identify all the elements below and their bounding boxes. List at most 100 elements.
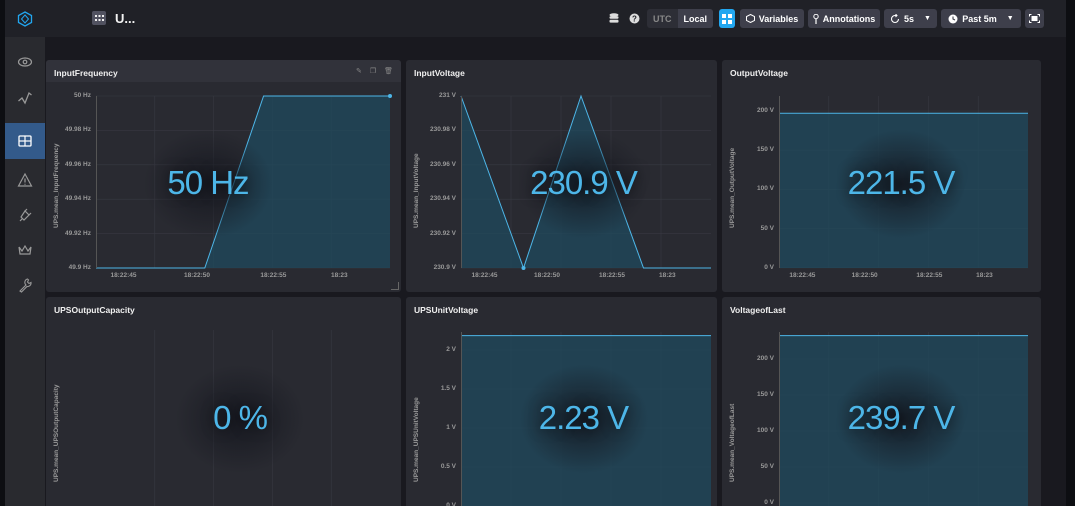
y-tick-label: 0 V: [446, 502, 456, 506]
y-tick-label: 100 V: [757, 185, 774, 193]
clock-icon: [948, 14, 958, 23]
database-icon[interactable]: [606, 9, 622, 28]
cube-icon: [745, 14, 755, 23]
x-tick-label: 18:22:45: [110, 272, 137, 279]
panel-outputvoltage[interactable]: OutputVoltage 200 V 150 V 100 V 50 V 0 V 18:22…: [722, 60, 1041, 292]
panel-upsoutputcapacity[interactable]: UPSOutputCapacity UPS.mean_UPSOutputCapac…: [46, 297, 401, 506]
y-axis-label: UPS.mean_OutputVoltage: [729, 147, 736, 228]
single-stat-value: 221.5 V: [847, 164, 956, 201]
y-axis-line: [461, 332, 462, 506]
x-tick-label: 18:22:50: [183, 272, 210, 279]
x-tick-label: 18:22:55: [260, 272, 287, 279]
trash-icon[interactable]: 🗑: [384, 67, 393, 75]
single-stat-value: 50 Hz: [167, 164, 249, 201]
x-tick-label: 18:22:50: [851, 272, 878, 279]
x-tick-label: 18:22:45: [471, 272, 498, 279]
y-axis-line: [461, 96, 462, 268]
crown-icon: [18, 244, 32, 255]
sidebar-item-dashboards[interactable]: [5, 123, 45, 159]
x-tick-label: 18:22:45: [789, 272, 816, 279]
single-stat-value: 2.23 V: [538, 399, 629, 436]
auto-refresh-dropdown[interactable]: 5s ▼: [884, 9, 937, 28]
y-axis-line: [779, 332, 780, 506]
refresh-icon: [891, 13, 900, 23]
y-tick-label: 0.5 V: [440, 463, 456, 470]
y-tick-label: 50 V: [760, 224, 774, 232]
topbar: U... ? UTC Local Variables Annotations 5…: [45, 0, 1066, 37]
y-tick-label: 200 V: [757, 107, 774, 114]
x-tick-label: 18:22:50: [534, 272, 561, 279]
dashboard-title[interactable]: U...: [115, 11, 135, 26]
y-tick-label: 0 V: [764, 499, 774, 506]
dashboard-grid-icon: [18, 135, 32, 147]
y-axis-label: UPS.mean_VoltageofLast: [729, 403, 736, 482]
y-tick-label: 230.9 V: [433, 264, 456, 271]
panel-voltageoflast[interactable]: VoltageofLast 200 V 150 V 100 V 50 V 0 V UPS.m…: [722, 297, 1041, 506]
graph-icon: [18, 91, 32, 105]
panel-title[interactable]: VoltageofLast: [730, 305, 786, 315]
wrench-icon: [19, 278, 32, 293]
panel-title[interactable]: InputFrequency: [54, 68, 118, 78]
svg-text:?: ?: [632, 14, 637, 23]
y-axis-label: UPS.mean_InputVoltage: [413, 153, 420, 228]
panel-title[interactable]: InputVoltage: [414, 68, 465, 78]
annotations-button[interactable]: Annotations: [808, 9, 880, 28]
y-tick-label: 150 V: [757, 146, 774, 154]
edit-icon[interactable]: ✎: [356, 67, 362, 75]
y-axis-label: UPS.mean_UPSOutputCapacity: [53, 384, 60, 482]
y-axis-line: [779, 96, 780, 268]
y-tick-label: 230.94 V: [429, 195, 456, 203]
variables-button[interactable]: Variables: [740, 9, 804, 28]
y-tick-label: 49.92 Hz: [64, 229, 91, 237]
y-tick-label: 231 V: [439, 92, 456, 99]
x-tick-label: 18:23: [976, 272, 993, 279]
utc-toggle[interactable]: UTC: [647, 9, 678, 28]
chevron-down-icon: ▼: [1006, 15, 1014, 22]
x-tick-label: 18:22:55: [599, 272, 626, 279]
y-tick-label: 2 V: [446, 346, 456, 353]
add-cell-button[interactable]: [719, 9, 735, 28]
fullscreen-icon: [1029, 14, 1040, 23]
sidebar-item-admin[interactable]: [5, 232, 45, 268]
y-tick-label: 230.92 V: [429, 229, 456, 237]
eye-icon: [17, 57, 33, 67]
panel-inputfrequency[interactable]: ✎ ❐ 🗑 InputFrequency 50 Hz 49.98 Hz 49.96 Hz 49…: [46, 60, 401, 292]
x-tick-label: 18:22:55: [916, 272, 943, 279]
panel-inputvoltage[interactable]: InputVoltage 231 V 230.98 V 230.96 V 230.94 …: [406, 60, 717, 292]
sidebar: [5, 0, 45, 506]
panel-upsunitvoltage[interactable]: UPSUnitVoltage 2 V 1.5 V 1 V 0.5 V 0 V UPS.mea…: [406, 297, 717, 506]
clone-icon[interactable]: ❐: [370, 67, 376, 75]
y-tick-label: 1.5 V: [440, 385, 456, 392]
sidebar-item-host-list[interactable]: [5, 44, 45, 80]
y-tick-label: 50 Hz: [74, 92, 91, 99]
presentation-mode-button[interactable]: [1025, 9, 1044, 28]
x-tick-label: 18:23: [330, 272, 348, 279]
panel-title[interactable]: UPSOutputCapacity: [54, 305, 135, 315]
timezone-toggle: UTC Local: [647, 9, 714, 28]
sidebar-item-config[interactable]: [5, 197, 45, 233]
time-range-dropdown[interactable]: Past 5m ▼: [941, 9, 1021, 28]
logo-icon[interactable]: [5, 0, 45, 37]
y-axis-label: UPS.mean_UPSUnitVoltage: [413, 397, 420, 482]
panel-tools: ✎ ❐ 🗑: [356, 67, 393, 75]
y-axis-line: [96, 96, 97, 268]
sidebar-item-settings[interactable]: [5, 267, 45, 303]
single-stat-value: 230.9 V: [530, 164, 638, 201]
y-tick-label: 150 V: [757, 391, 774, 398]
sidebar-item-data-explorer[interactable]: [5, 80, 45, 116]
dashboard-switcher-icon[interactable]: [92, 11, 106, 25]
panel-title[interactable]: UPSUnitVoltage: [414, 305, 478, 315]
local-toggle[interactable]: Local: [677, 9, 714, 28]
y-tick-label: 49.96 Hz: [64, 160, 91, 168]
app-window: U... ? UTC Local Variables Annotations 5…: [5, 0, 1066, 506]
single-stat-value: 0 %: [213, 399, 268, 436]
series-point: [388, 94, 392, 98]
annotation-marker-icon: [813, 13, 819, 24]
panel-title[interactable]: OutputVoltage: [730, 68, 788, 78]
alert-triangle-icon: [17, 172, 33, 187]
sidebar-item-alerts[interactable]: [5, 162, 45, 198]
y-tick-label: 49.94 Hz: [64, 195, 91, 203]
plug-icon: [19, 208, 32, 222]
help-icon[interactable]: ?: [626, 9, 642, 28]
resize-handle-icon[interactable]: [391, 282, 399, 290]
